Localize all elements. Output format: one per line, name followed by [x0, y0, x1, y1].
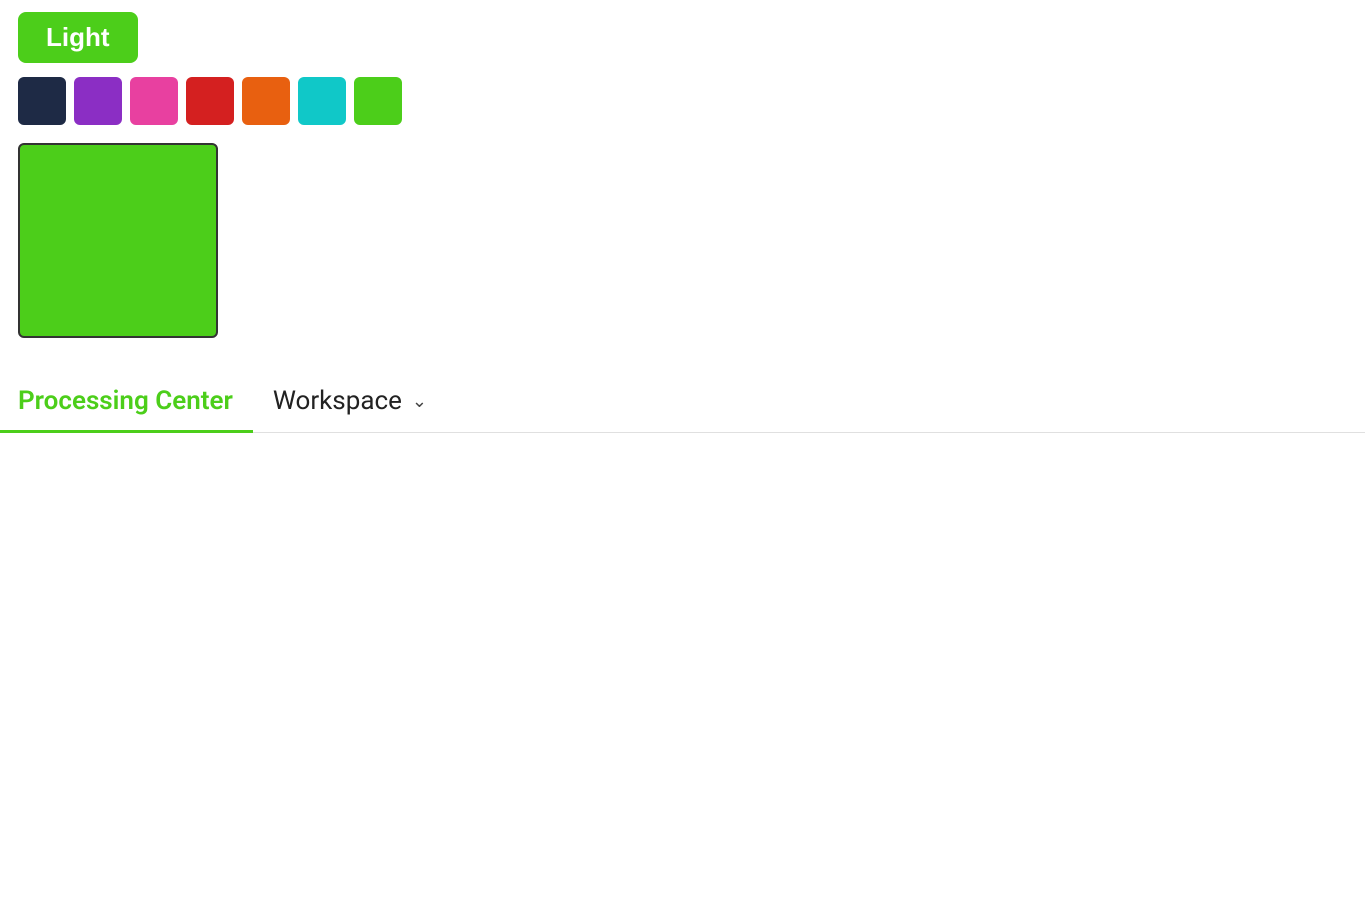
- tabs-row: Processing Center Workspace ⌄: [0, 372, 1365, 432]
- top-section: Light: [0, 0, 1365, 350]
- swatch-orange[interactable]: [242, 77, 290, 125]
- light-button[interactable]: Light: [18, 12, 138, 63]
- color-swatches: [18, 77, 1347, 125]
- color-preview: [18, 143, 218, 338]
- tabs-section: Processing Center Workspace ⌄: [0, 372, 1365, 433]
- swatch-red[interactable]: [186, 77, 234, 125]
- tab-workspace[interactable]: Workspace ⌄: [253, 372, 447, 433]
- workspace-label: Workspace: [273, 386, 402, 416]
- chevron-down-icon: ⌄: [412, 391, 427, 412]
- swatch-purple[interactable]: [74, 77, 122, 125]
- swatch-dark-navy[interactable]: [18, 77, 66, 125]
- swatch-hot-pink[interactable]: [130, 77, 178, 125]
- swatch-green[interactable]: [354, 77, 402, 125]
- tab-processing-center[interactable]: Processing Center: [0, 372, 253, 433]
- main-content: [0, 433, 1365, 473]
- swatch-cyan[interactable]: [298, 77, 346, 125]
